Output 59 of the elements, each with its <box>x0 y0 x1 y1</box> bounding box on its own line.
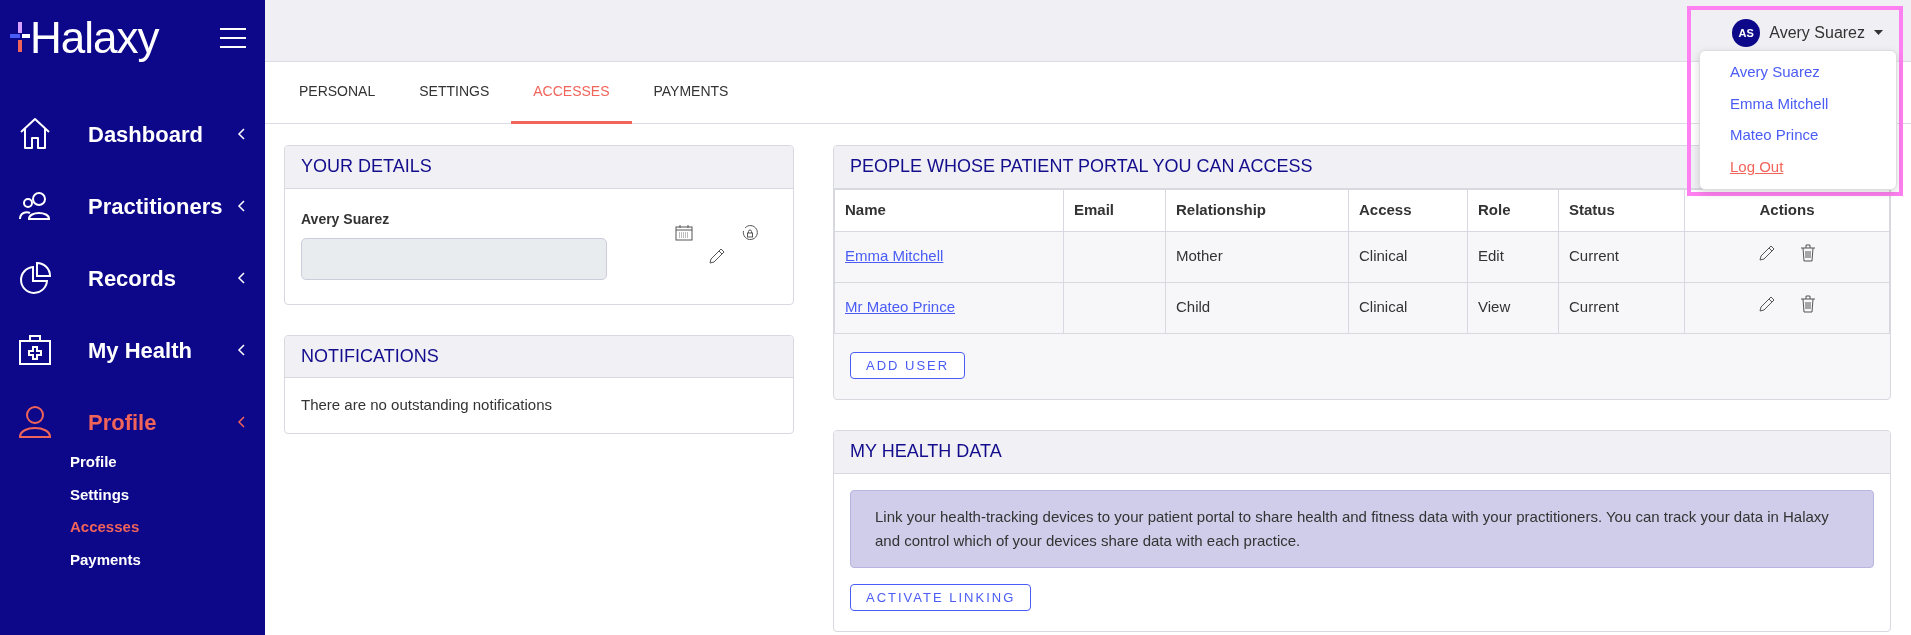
column-header: Status <box>1558 189 1685 232</box>
medical-kit-icon <box>18 333 52 367</box>
pie-chart-icon <box>18 261 52 295</box>
column-header: Role <box>1467 189 1559 232</box>
sidebar-item[interactable]: Records <box>0 242 265 314</box>
table-cell: Current <box>1569 298 1620 316</box>
menu-item[interactable]: Emma Mitchell <box>1700 88 1896 120</box>
name-link[interactable]: Emma Mitchell <box>845 247 944 265</box>
trash-icon[interactable] <box>1800 295 1816 314</box>
tab[interactable]: PAYMENTS <box>631 62 751 124</box>
card-title: MY HEALTH DATA <box>834 431 1890 474</box>
column-header: Relationship <box>1165 189 1349 232</box>
calendar-icon[interactable] <box>675 224 693 241</box>
table-cell: Edit <box>1478 247 1504 265</box>
chevron-icon <box>237 416 245 428</box>
chevron-icon <box>237 200 245 212</box>
table-cell: Clinical <box>1359 298 1408 316</box>
house-icon <box>18 117 52 151</box>
table-cell: View <box>1478 298 1511 316</box>
caret-icon <box>1874 30 1883 36</box>
pencil-icon[interactable] <box>708 246 726 265</box>
sidebar-subitem[interactable]: Profile <box>70 446 265 479</box>
pencil-icon[interactable] <box>1758 295 1776 314</box>
table-cell: Clinical <box>1359 247 1408 265</box>
sidebar-item[interactable]: My Health <box>0 314 265 386</box>
column-header: Email <box>1063 189 1166 232</box>
column-header: Name <box>834 189 1064 232</box>
lock-icon[interactable] <box>741 224 759 243</box>
sidebar-item[interactable]: Dashboard <box>0 98 265 170</box>
user-menu-button[interactable]: AS Avery Suarez <box>1726 16 1889 50</box>
sidebar-item[interactable]: Practitioners <box>0 170 265 242</box>
chevron-icon <box>237 344 245 356</box>
logo: Halaxy <box>10 16 159 60</box>
tab[interactable]: SETTINGS <box>397 62 512 124</box>
pencil-icon[interactable] <box>1758 244 1776 263</box>
sidebar-subitem[interactable]: Accesses <box>70 511 265 544</box>
table-cell: Mother <box>1176 247 1223 265</box>
card-title: YOUR DETAILS <box>285 146 793 189</box>
notification-message: There are no outstanding notifications <box>301 396 552 414</box>
sidebar-subitem[interactable]: Payments <box>70 543 265 576</box>
sidebar-subitem[interactable]: Settings <box>70 478 265 511</box>
trash-icon[interactable] <box>1800 244 1816 263</box>
name-link[interactable]: Mr Mateo Prince <box>845 298 956 316</box>
chevron-icon <box>237 272 245 284</box>
menu-item[interactable]: Avery Suarez <box>1700 57 1896 89</box>
people-icon <box>18 189 52 223</box>
user-name: Avery Suarez <box>301 209 391 229</box>
menu-icon[interactable] <box>219 27 247 49</box>
card-title: NOTIFICATIONS <box>285 335 793 379</box>
chevron-icon <box>237 128 245 140</box>
add-user-button[interactable]: ADD USER <box>850 351 966 380</box>
column-header: Access <box>1348 189 1468 232</box>
tab[interactable]: PERSONAL <box>277 62 398 124</box>
activate-linking-button[interactable]: ACTIVATE LINKING <box>850 583 1032 612</box>
input-field[interactable] <box>301 237 607 280</box>
table-cell: Child <box>1176 298 1211 316</box>
person-icon <box>18 405 52 439</box>
table-cell: Current <box>1569 247 1620 265</box>
info-message: Link your health-tracking devices to your patient portal to share health and fitness data with your practitioners. You can track your data in Halaxy and control which of your devices share data with each practice. <box>850 489 1874 568</box>
